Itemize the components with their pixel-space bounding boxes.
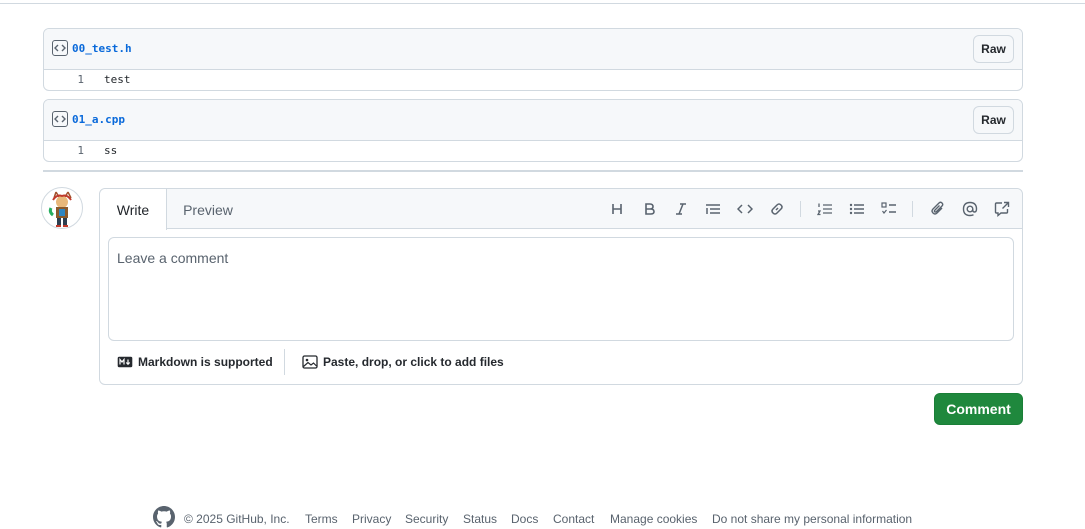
timeline-divider: [43, 170, 1023, 172]
code-icon[interactable]: [735, 199, 755, 219]
top-divider: [0, 3, 1085, 4]
code-file-icon: [52, 111, 68, 127]
footer-link-terms[interactable]: Terms: [305, 512, 338, 526]
footer-copyright: © 2025 GitHub, Inc.: [184, 512, 290, 526]
italic-icon[interactable]: [671, 199, 691, 219]
link-icon[interactable]: [767, 199, 787, 219]
quote-icon[interactable]: [703, 199, 723, 219]
attach-icon[interactable]: [928, 199, 948, 219]
heading-icon[interactable]: [607, 199, 627, 219]
toolbar-separator: [912, 201, 913, 217]
github-logo-icon[interactable]: [153, 506, 175, 528]
tab-preview[interactable]: Preview: [167, 189, 249, 230]
unordered-list-icon[interactable]: [847, 199, 867, 219]
line-number[interactable]: 1: [64, 73, 84, 86]
tab-write[interactable]: Write: [100, 189, 167, 230]
attach-note-text: Paste, drop, or click to add files: [323, 355, 504, 369]
line-content: test: [104, 73, 131, 86]
file-box-01-a-cpp: 01_a.cpp Raw 1 ss: [43, 99, 1023, 162]
footer-link-docs[interactable]: Docs: [511, 512, 538, 526]
composer-footer: Markdown is supported Paste, drop, or cl…: [108, 347, 1014, 377]
composer-toolbar: Write Preview: [100, 189, 1022, 230]
code-file-icon: [52, 40, 68, 56]
file-name-link[interactable]: 01_a.cpp: [72, 113, 125, 126]
numbered-list-icon[interactable]: [815, 199, 835, 219]
footer-link-status[interactable]: Status: [463, 512, 497, 526]
site-footer: © 2025 GitHub, Inc. Terms Privacy Securi…: [0, 506, 1085, 529]
code-line: 1 test: [44, 70, 1022, 90]
bold-icon[interactable]: [639, 199, 659, 219]
footer-link-contact[interactable]: Contact: [553, 512, 594, 526]
toolbar-separator: [800, 201, 801, 217]
markdown-icon: [117, 356, 133, 368]
file-header: 00_test.h Raw: [44, 29, 1022, 70]
file-name-link[interactable]: 00_test.h: [72, 42, 132, 55]
reference-icon[interactable]: [992, 199, 1012, 219]
footer-link-manage-cookies[interactable]: Manage cookies: [610, 512, 697, 526]
comment-submit-button[interactable]: Comment: [934, 393, 1023, 425]
file-header: 01_a.cpp Raw: [44, 100, 1022, 141]
attach-files-button[interactable]: Paste, drop, or click to add files: [302, 355, 504, 369]
comment-textarea[interactable]: [108, 237, 1014, 341]
footer-separator: [284, 349, 285, 375]
raw-button[interactable]: Raw: [973, 35, 1014, 63]
footer-link-security[interactable]: Security: [405, 512, 448, 526]
line-content: ss: [104, 144, 118, 157]
file-box-00-test-h: 00_test.h Raw 1 test: [43, 28, 1023, 91]
comment-composer: Write Preview Leave a comment Markdown i…: [99, 188, 1023, 385]
markdown-note-text: Markdown is supported: [138, 355, 273, 369]
avatar[interactable]: [41, 187, 83, 229]
image-icon: [302, 355, 318, 369]
task-list-icon[interactable]: [879, 199, 899, 219]
code-line: 1 ss: [44, 141, 1022, 161]
raw-button[interactable]: Raw: [973, 106, 1014, 134]
markdown-supported-link[interactable]: Markdown is supported: [117, 355, 273, 369]
footer-link-do-not-share[interactable]: Do not share my personal information: [712, 512, 912, 526]
mention-icon[interactable]: [960, 199, 980, 219]
line-number[interactable]: 1: [64, 144, 84, 157]
footer-link-privacy[interactable]: Privacy: [352, 512, 391, 526]
